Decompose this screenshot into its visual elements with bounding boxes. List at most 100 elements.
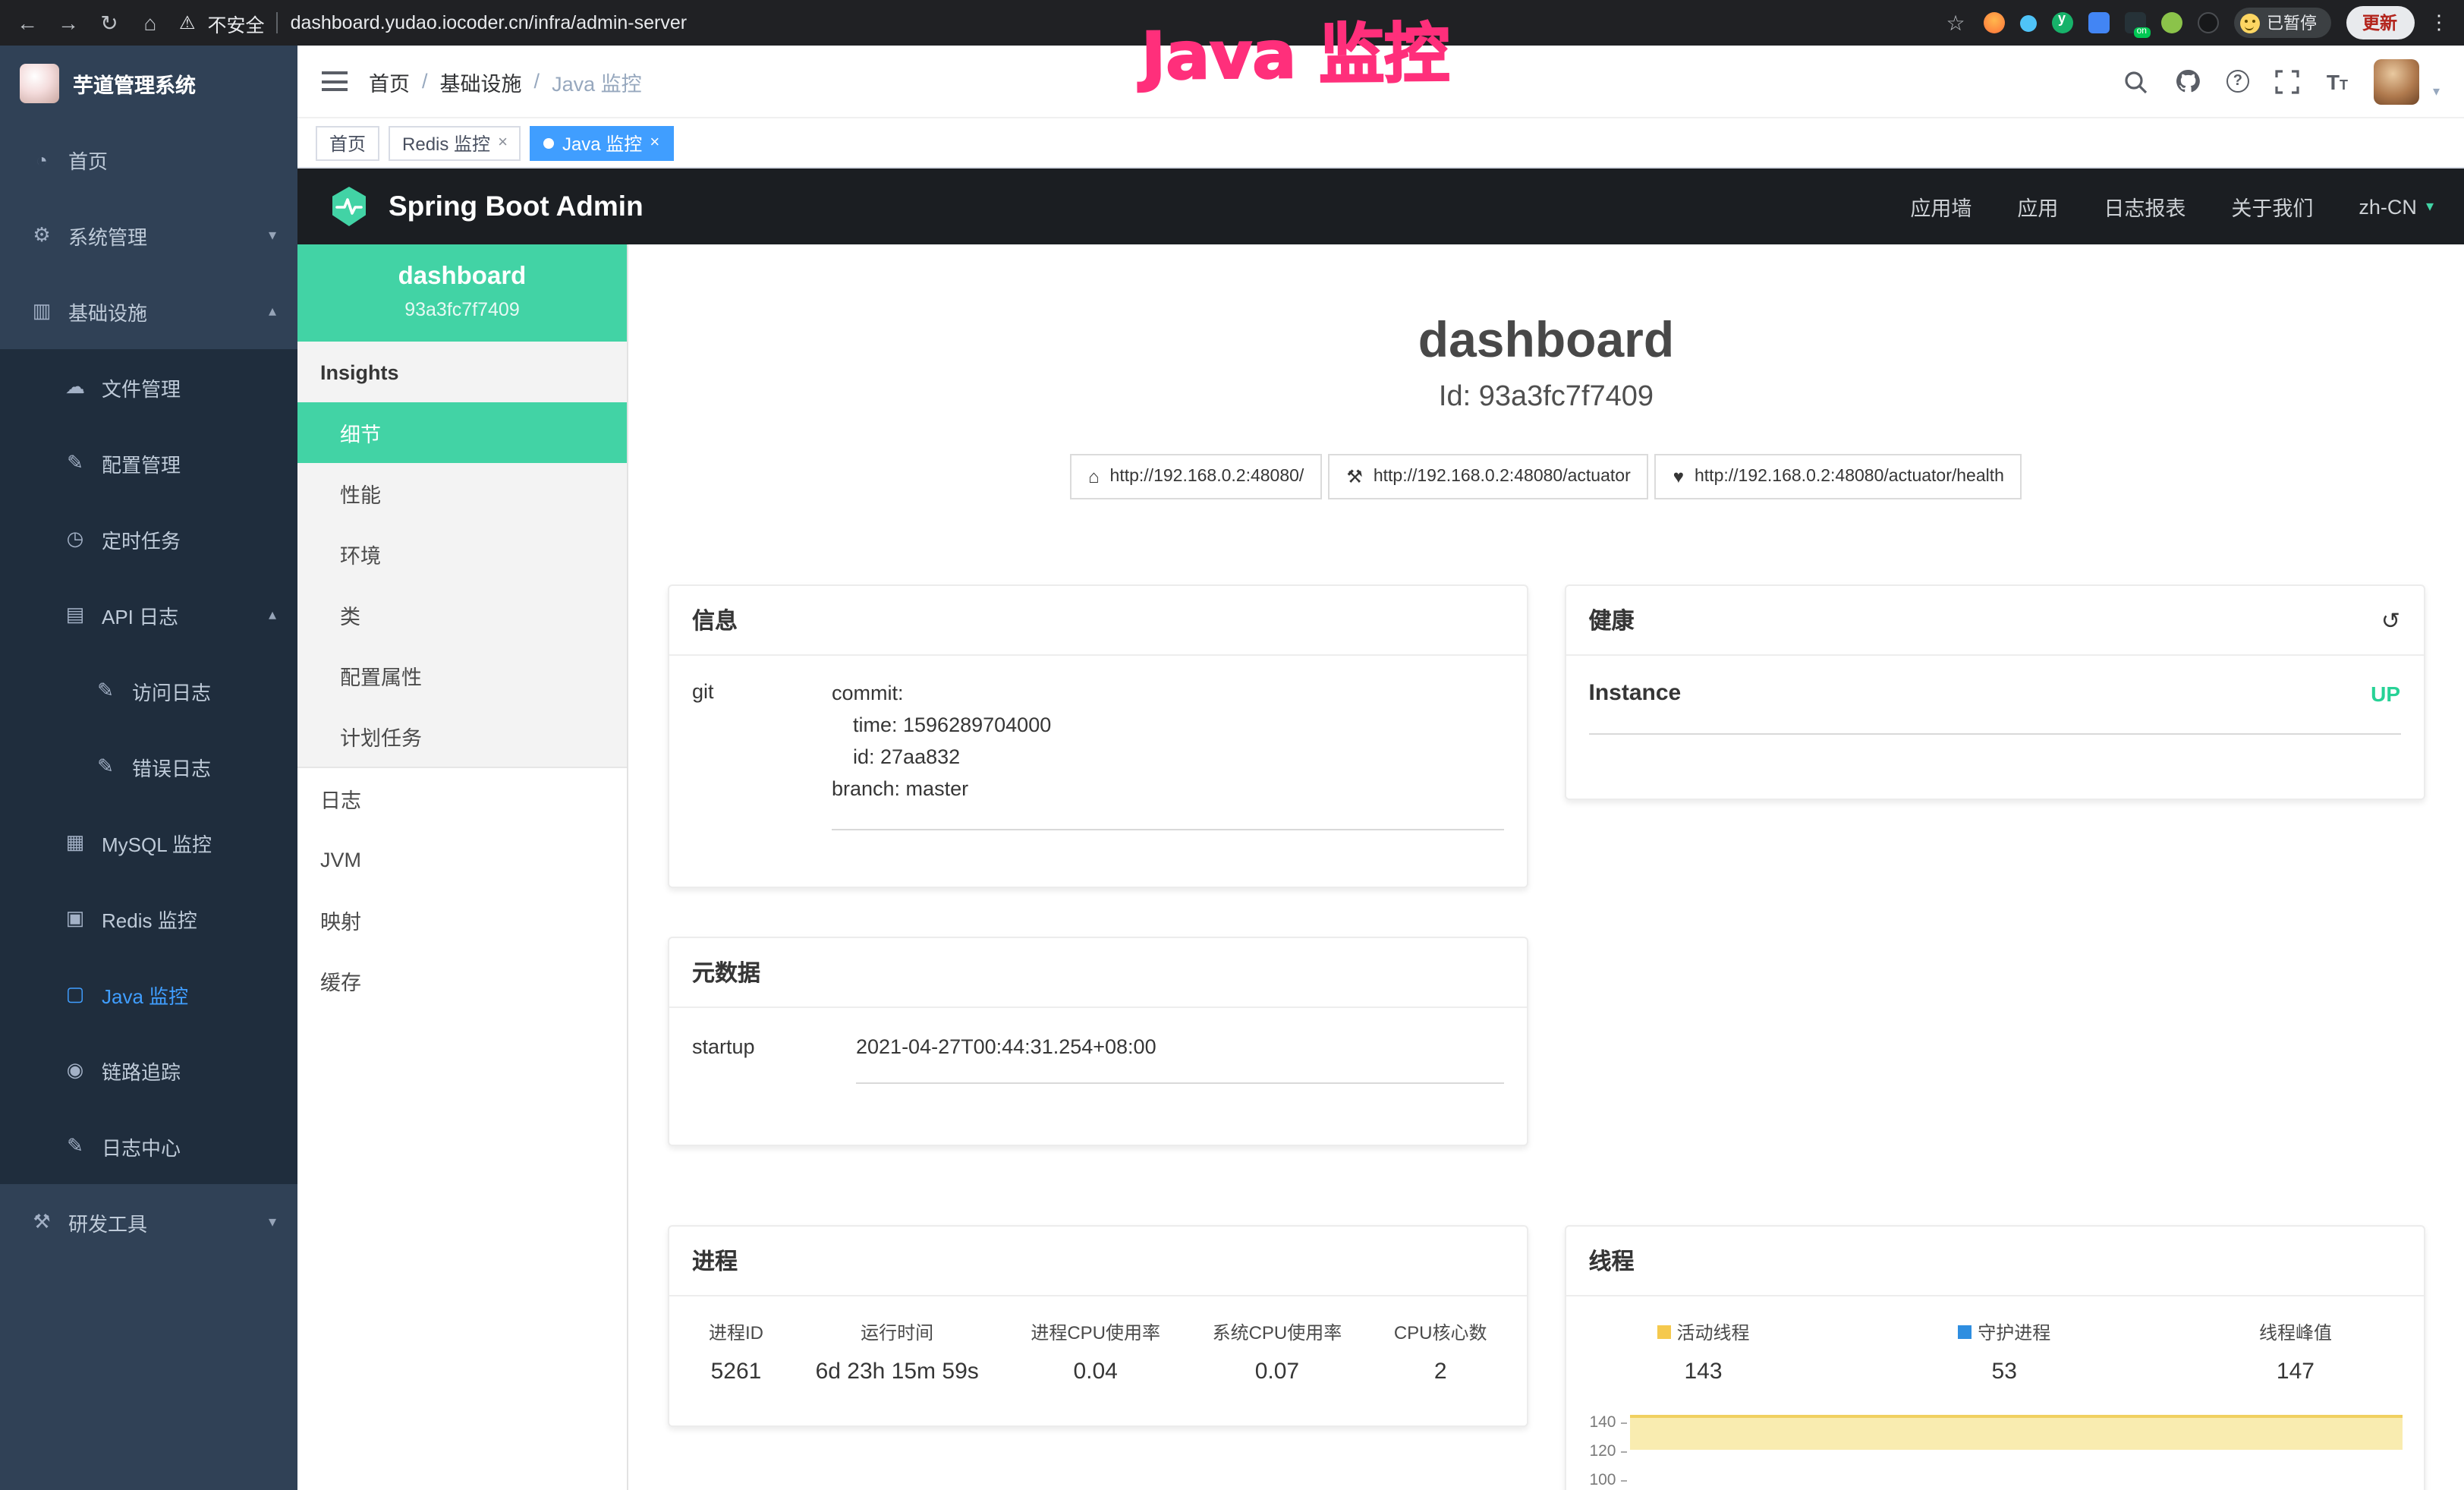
- breadcrumb-home[interactable]: 首页: [369, 66, 410, 96]
- instance-id: 93a3fc7f7409: [310, 299, 615, 320]
- address-bar[interactable]: 不安全 dashboard.yudao.iocoder.cn/infra/adm…: [179, 8, 1927, 37]
- breadcrumb-current: Java 监控: [552, 66, 642, 96]
- health-instance-label: Instance: [1589, 680, 1682, 706]
- sidebar-item-error-logs[interactable]: 错误日志: [0, 729, 297, 805]
- on-switch-extension-icon[interactable]: [2124, 12, 2145, 33]
- screen: Java 监控 不安全 dashboard.yudao.iocoder.cn/i…: [0, 0, 2464, 1490]
- sba-language-select[interactable]: zh-CN: [2359, 195, 2434, 218]
- profile-emoji-icon: [2239, 13, 2259, 33]
- chart-y-axis: 140 120 100: [1566, 1409, 1627, 1490]
- sba-brand[interactable]: Spring Boot Admin: [389, 190, 644, 223]
- security-label[interactable]: 不安全: [208, 8, 265, 37]
- sidebar-item-log-center[interactable]: 日志中心: [0, 1108, 297, 1184]
- sidebar-item-file-management[interactable]: 文件管理: [0, 349, 297, 425]
- info-card-title: 信息: [669, 586, 1527, 656]
- profile-chip[interactable]: 已暂停: [2233, 8, 2330, 38]
- reload-icon[interactable]: [97, 10, 121, 36]
- edit-icon: [64, 451, 87, 475]
- tab-java-monitor[interactable]: Java 监控 ×: [530, 125, 673, 160]
- breadcrumb-infrastructure[interactable]: 基础设施: [440, 66, 522, 96]
- sidebar-item-dev-tools[interactable]: 研发工具: [0, 1184, 297, 1260]
- tab-redis-monitor[interactable]: Redis 监控 ×: [389, 125, 521, 160]
- search-icon[interactable]: [2123, 68, 2149, 94]
- status-badge: UP: [2371, 681, 2400, 705]
- font-size-icon[interactable]: [2327, 69, 2348, 93]
- actuator-url-button[interactable]: http://192.168.0.2:48080/actuator: [1328, 454, 1648, 499]
- sba-item-jvm[interactable]: JVM: [297, 829, 627, 890]
- spider-extension-icon[interactable]: [2197, 12, 2218, 33]
- sba-item-environment[interactable]: 环境: [297, 524, 627, 584]
- grid-extension-icon[interactable]: [2088, 12, 2109, 33]
- sidebar-item-mysql-monitor[interactable]: MySQL 监控: [0, 805, 297, 880]
- history-icon[interactable]: [2381, 606, 2400, 634]
- sba-item-scheduled-tasks[interactable]: 计划任务: [297, 706, 627, 767]
- fullscreen-icon[interactable]: [2275, 68, 2301, 94]
- leaf-extension-icon[interactable]: [2160, 12, 2182, 33]
- metadata-row: startup 2021-04-27T00:44:31.254+08:00: [669, 1008, 1527, 1084]
- document-pencil-icon: [64, 1134, 87, 1158]
- github-icon[interactable]: [2175, 68, 2201, 94]
- service-url-button[interactable]: http://192.168.0.2:48080/: [1070, 454, 1322, 499]
- close-icon[interactable]: ×: [650, 134, 659, 152]
- health-instance-row[interactable]: Instance UP: [1589, 680, 2401, 735]
- process-card: 进程 进程ID 5261 运行时间 6d 23h 15m 5: [668, 1225, 1528, 1427]
- chevron-down-icon: [269, 227, 276, 244]
- tab-home[interactable]: 首页: [316, 125, 379, 160]
- bookmark-star-icon[interactable]: [1943, 10, 1968, 36]
- instance-links: http://192.168.0.2:48080/ http://192.168…: [668, 454, 2425, 499]
- chevron-up-icon: [269, 606, 276, 623]
- url-text[interactable]: dashboard.yudao.iocoder.cn/infra/admin-s…: [291, 12, 688, 33]
- clock-icon: [64, 527, 87, 551]
- sidebar-item-config-management[interactable]: 配置管理: [0, 425, 297, 501]
- sidebar-item-redis-monitor[interactable]: Redis 监控: [0, 880, 297, 956]
- sidebar-item-trace[interactable]: 链路追踪: [0, 1032, 297, 1108]
- drop-extension-icon[interactable]: [2019, 14, 2036, 31]
- sba-nav-applications[interactable]: 应用: [2017, 191, 2058, 222]
- sidebar-item-infrastructure[interactable]: 基础设施: [0, 273, 297, 349]
- instance-header[interactable]: dashboard 93a3fc7f7409: [297, 244, 627, 342]
- process-card-title: 进程: [669, 1227, 1527, 1296]
- fox-extension-icon[interactable]: [1983, 12, 2004, 33]
- stat-uptime: 运行时间 6d 23h 15m 59s: [816, 1319, 979, 1384]
- metadata-key: startup: [692, 1035, 856, 1084]
- breadcrumb-separator: [422, 70, 428, 93]
- sidebar-item-scheduled-tasks[interactable]: 定时任务: [0, 501, 297, 577]
- chevron-down-icon: [269, 1214, 276, 1230]
- threads-card: 线程 活动线程 143 守护进程 53: [1565, 1225, 2425, 1490]
- active-threads-area: [1630, 1415, 2403, 1450]
- sba-logo-icon: [328, 185, 370, 228]
- sba-nav-about[interactable]: 关于我们: [2231, 191, 2313, 222]
- sidebar-item-home[interactable]: 首页: [0, 121, 297, 197]
- forward-icon[interactable]: [56, 11, 80, 35]
- sba-nav-wallboard[interactable]: 应用墙: [1910, 191, 1972, 222]
- sidebar-item-api-logs[interactable]: API 日志: [0, 577, 297, 653]
- sidebar-item-access-logs[interactable]: 访问日志: [0, 653, 297, 729]
- sba-item-metrics[interactable]: 性能: [297, 463, 627, 524]
- update-button[interactable]: 更新: [2346, 6, 2414, 39]
- table-grid-icon: [64, 830, 87, 855]
- stat-cpu-cores: CPU核心数 2: [1394, 1319, 1487, 1384]
- sba-item-config-props[interactable]: 配置属性: [297, 645, 627, 706]
- help-icon[interactable]: ?: [2226, 70, 2249, 93]
- sba-item-caches[interactable]: 缓存: [297, 950, 627, 1011]
- user-avatar[interactable]: [2374, 58, 2419, 104]
- sba-nav-journal[interactable]: 日志报表: [2104, 191, 2186, 222]
- health-url-button[interactable]: http://192.168.0.2:48080/actuator/health: [1655, 454, 2022, 499]
- health-card-title: 健康: [1589, 604, 1635, 636]
- avatar-caret-icon[interactable]: [2433, 83, 2440, 100]
- sba-item-details[interactable]: 细节: [297, 402, 627, 463]
- browser-menu-icon[interactable]: [2429, 11, 2449, 35]
- hamburger-icon[interactable]: [322, 71, 348, 91]
- y-circle-extension-icon[interactable]: [2051, 12, 2072, 33]
- sidebar-item-system-management[interactable]: 系统管理: [0, 197, 297, 273]
- close-icon[interactable]: ×: [498, 134, 508, 152]
- sba-item-mappings[interactable]: 映射: [297, 890, 627, 950]
- back-icon[interactable]: [15, 11, 39, 35]
- sba-item-logs[interactable]: 日志: [297, 768, 627, 829]
- sidebar-item-java-monitor[interactable]: Java 监控: [0, 956, 297, 1032]
- health-card: 健康 Instance UP: [1565, 584, 2425, 800]
- instance-name: dashboard: [310, 263, 615, 291]
- threads-chart: 140 120 100: [1566, 1409, 2424, 1490]
- sba-item-classes[interactable]: 类: [297, 584, 627, 645]
- home-icon[interactable]: [138, 11, 162, 35]
